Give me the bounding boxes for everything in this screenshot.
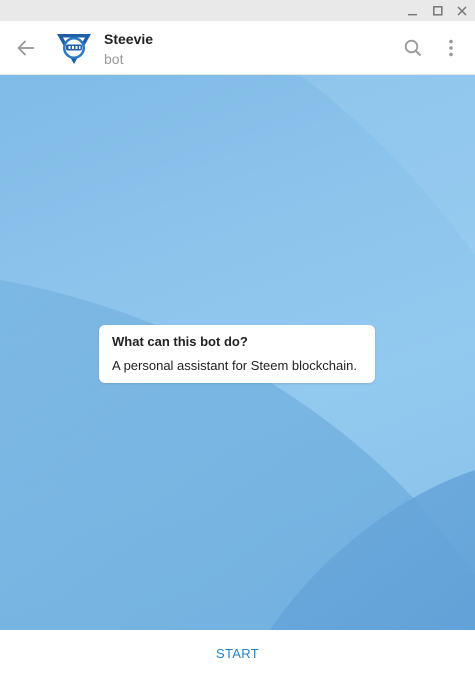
search-button[interactable] — [398, 33, 428, 63]
more-vertical-icon — [449, 39, 453, 57]
close-icon — [457, 5, 467, 16]
back-button[interactable] — [10, 32, 42, 64]
steem-robot-icon — [57, 34, 91, 64]
arrow-left-icon — [17, 40, 34, 56]
search-icon — [404, 39, 422, 57]
minimize-icon — [408, 13, 417, 15]
chat-status: bot — [104, 51, 124, 67]
maximize-icon — [433, 5, 443, 16]
chat-header: Steevie bot — [0, 21, 475, 75]
maximize-button[interactable] — [425, 0, 451, 21]
chat-history[interactable]: What can this bot do? A personal assista… — [0, 75, 475, 630]
bot-info-card: What can this bot do? A personal assista… — [99, 325, 375, 383]
minimize-button[interactable] — [400, 0, 426, 21]
window-titlebar — [0, 0, 475, 21]
bot-info-description: A personal assistant for Steem blockchai… — [112, 358, 357, 373]
bot-info-title: What can this bot do? — [112, 334, 248, 349]
bottom-bar: START — [0, 630, 475, 676]
close-button[interactable] — [449, 0, 475, 21]
more-options-button[interactable] — [438, 33, 464, 63]
chat-title[interactable]: Steevie — [104, 31, 153, 47]
start-button[interactable]: START — [0, 630, 475, 676]
bot-avatar[interactable] — [55, 30, 93, 68]
